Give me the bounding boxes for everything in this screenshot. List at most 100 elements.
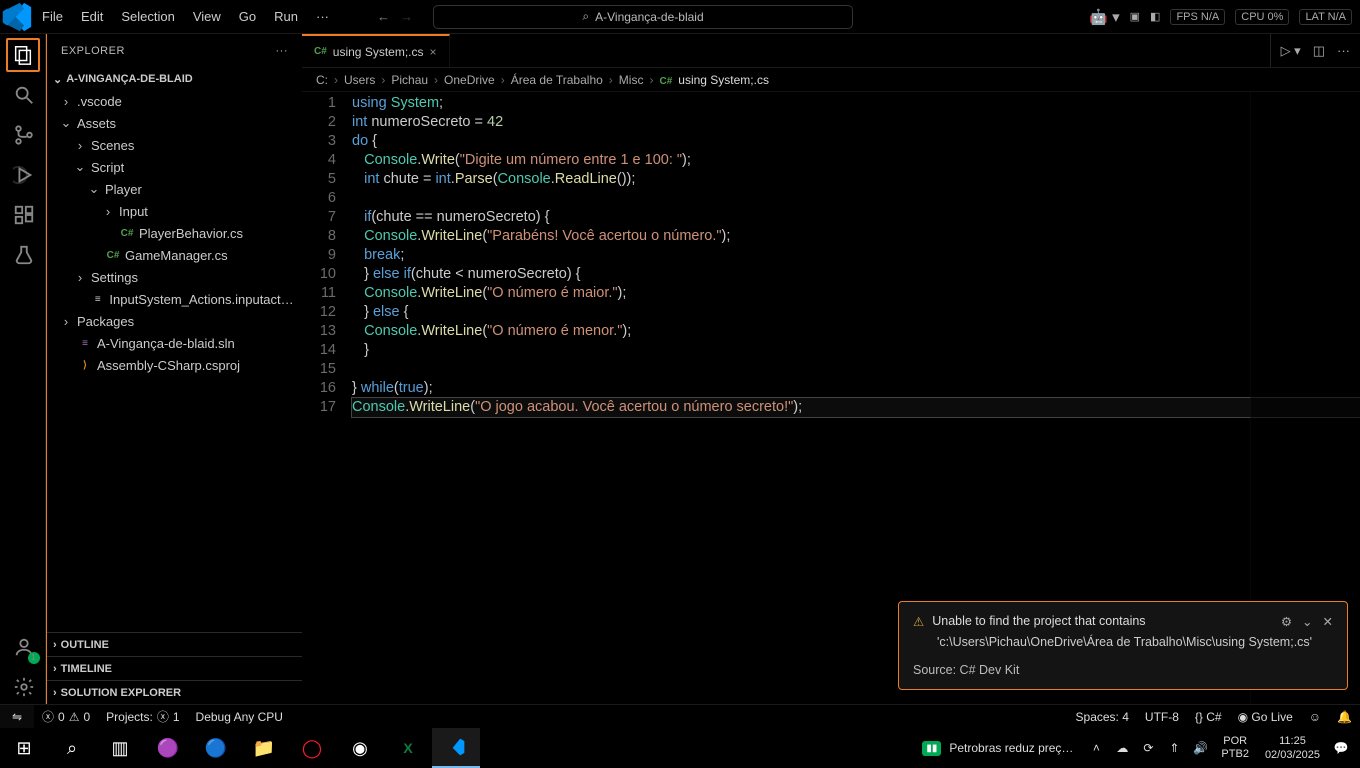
activity-testing-icon[interactable] [6, 238, 40, 272]
tab-active[interactable]: C# using System;.cs × [302, 34, 450, 67]
breadcrumb-segment[interactable]: C: [316, 73, 328, 87]
tree-item[interactable]: ·C#GameManager.cs [47, 244, 302, 266]
explorer-title: EXPLORER [61, 45, 125, 57]
line-gutter: 1234567891011121314151617 [302, 92, 352, 704]
taskbar-start-icon[interactable]: ⊞ [0, 728, 48, 768]
tree-item[interactable]: ·≡InputSystem_Actions.inputactions [47, 288, 302, 310]
lat-metric: LAT N/A [1299, 9, 1352, 25]
taskbar-excel-icon[interactable]: X [384, 728, 432, 768]
windows-taskbar: ⊞ ⌕ ▥ 🟣 🔵 📁 ◯ ◉ X ▮▮ Petrobras reduz pre… [0, 728, 1360, 768]
status-feedback-icon[interactable]: ☺ [1301, 710, 1329, 724]
tray-language[interactable]: PORPTB2 [1213, 735, 1257, 761]
status-spaces[interactable]: Spaces: 4 [1068, 710, 1137, 724]
breadcrumb-segment[interactable]: Users [344, 73, 375, 87]
tray-notifications-icon[interactable]: 💬 [1328, 741, 1354, 755]
menu-···[interactable]: ··· [308, 5, 337, 28]
sidebar-panel[interactable]: › SOLUTION EXPLORER [47, 680, 302, 704]
command-center[interactable]: ⌕ A-Vingança-de-blaid [433, 5, 853, 29]
nav-forward-icon[interactable]: → [400, 9, 413, 24]
sidebar-panel[interactable]: › TIMELINE [47, 656, 302, 680]
status-encoding[interactable]: UTF-8 [1137, 710, 1187, 724]
tray-chevron-up-icon[interactable]: ˄ [1083, 741, 1109, 755]
taskbar-edge-icon[interactable]: 🔵 [192, 728, 240, 768]
tree-item[interactable]: ›Input [47, 200, 302, 222]
tray-onedrive-icon[interactable]: ☁ [1109, 741, 1135, 755]
tree-item[interactable]: ·C#PlayerBehavior.cs [47, 222, 302, 244]
tree-item[interactable]: ⌄Player [47, 178, 302, 200]
status-notifications-icon[interactable]: 🔔 [1329, 710, 1360, 724]
activity-explorer-icon[interactable] [6, 38, 40, 72]
menu-edit[interactable]: Edit [73, 5, 111, 28]
tray-wifi-icon[interactable]: ⇑ [1161, 741, 1187, 755]
vscode-logo-icon [0, 0, 34, 34]
menu-selection[interactable]: Selection [113, 5, 182, 28]
tray-clock[interactable]: 11:2502/03/2025 [1257, 734, 1328, 762]
nav-back-icon[interactable]: ← [377, 9, 390, 24]
breadcrumb-segment[interactable]: Misc [619, 73, 644, 87]
status-problems[interactable]: ⓧ 0 ⚠ 0 [34, 708, 98, 725]
editor-more-icon[interactable]: ··· [1337, 43, 1350, 58]
taskbar-search-icon[interactable]: ⌕ [48, 728, 96, 768]
taskbar-file-explorer-icon[interactable]: 📁 [240, 728, 288, 768]
notification-toast: ⚠ Unable to find the project that contai… [898, 601, 1348, 690]
activity-bar: 1 [0, 34, 46, 704]
tree-item[interactable]: ›Packages [47, 310, 302, 332]
tree-item[interactable]: ·≡A-Vingança-de-blaid.sln [47, 332, 302, 354]
tree-item[interactable]: ⌄Assets [47, 112, 302, 134]
cpu-metric: CPU 0% [1235, 9, 1289, 25]
status-debug-target[interactable]: Debug Any CPU [188, 710, 291, 724]
activity-run-debug-icon[interactable] [6, 158, 40, 192]
breadcrumbs[interactable]: C:›Users›Pichau›OneDrive›Área de Trabalh… [302, 68, 1360, 92]
tab-close-icon[interactable]: × [430, 45, 437, 59]
remote-indicator-icon[interactable]: ⇋ [0, 705, 34, 728]
notification-close-icon[interactable]: ✕ [1323, 614, 1333, 629]
editor-tabs: C# using System;.cs × ▷ ▾ ◫ ··· [302, 34, 1360, 68]
taskbar-opera-icon[interactable]: ◯ [288, 728, 336, 768]
menu-run[interactable]: Run [266, 5, 306, 28]
sidebar-panel[interactable]: › OUTLINE [47, 632, 302, 656]
status-projects[interactable]: Projects: ⓧ 1 [98, 708, 187, 725]
sidebar-bottom-panels: › OUTLINE› TIMELINE› SOLUTION EXPLORER [47, 632, 302, 704]
run-play-icon[interactable]: ▷ ▾ [1281, 43, 1301, 59]
tree-item[interactable]: ⌄Script [47, 156, 302, 178]
taskbar-steam-icon[interactable]: ◉ [336, 728, 384, 768]
menu-go[interactable]: Go [231, 5, 264, 28]
sidebar-root-folder[interactable]: ⌄A-VINGANÇA-DE-BLAID [47, 68, 302, 90]
breadcrumb-segment[interactable]: OneDrive [444, 73, 495, 87]
notification-title: Unable to find the project that contains [932, 614, 1273, 628]
search-icon: ⌕ [582, 9, 589, 24]
breadcrumb-segment[interactable]: using System;.cs [678, 73, 769, 87]
taskbar-vscode-icon[interactable] [432, 728, 480, 768]
tree-item[interactable]: ›Settings [47, 266, 302, 288]
breadcrumb-segment[interactable]: Pichau [391, 73, 428, 87]
taskbar-copilot-icon[interactable]: 🟣 [144, 728, 192, 768]
tree-item[interactable]: ·⟩Assembly-CSharp.csproj [47, 354, 302, 376]
breadcrumb-segment[interactable]: Área de Trabalho [511, 73, 603, 87]
status-go-live[interactable]: ◉ Go Live [1230, 710, 1301, 724]
activity-accounts-icon[interactable]: 1 [6, 630, 40, 664]
activity-extensions-icon[interactable] [6, 198, 40, 232]
menu-view[interactable]: View [185, 5, 229, 28]
tree-item[interactable]: ›.vscode [47, 90, 302, 112]
copilot-icon[interactable]: 🤖 ▾ [1089, 8, 1119, 26]
taskbar-news-widget[interactable]: ▮▮ Petrobras reduz preç… [912, 741, 1083, 756]
tree-item[interactable]: ›Scenes [47, 134, 302, 156]
taskbar-taskview-icon[interactable]: ▥ [96, 728, 144, 768]
status-bar: ⇋ ⓧ 0 ⚠ 0 Projects: ⓧ 1 Debug Any CPU Sp… [0, 704, 1360, 728]
tab-label: using System;.cs [333, 45, 424, 59]
activity-source-control-icon[interactable] [6, 118, 40, 152]
notification-gear-icon[interactable]: ⚙ [1281, 614, 1292, 629]
fps-metric: FPS N/A [1170, 9, 1225, 25]
notification-chevron-icon[interactable]: ⌄ [1302, 614, 1312, 629]
news-badge-icon: ▮▮ [922, 741, 941, 756]
menu-file[interactable]: File [34, 5, 71, 28]
explorer-more-icon[interactable]: ··· [276, 45, 289, 57]
tray-sound-icon[interactable]: 🔊 [1187, 741, 1213, 755]
layout-editor-icon[interactable]: ▣ [1130, 10, 1140, 23]
split-editor-icon[interactable]: ◫ [1313, 43, 1325, 59]
activity-search-icon[interactable] [6, 78, 40, 112]
status-language[interactable]: {} C# [1187, 710, 1230, 724]
layout-panel-icon[interactable]: ◧ [1150, 10, 1160, 23]
tray-sync-icon[interactable]: ⟳ [1135, 741, 1161, 755]
activity-settings-gear-icon[interactable] [6, 670, 40, 704]
